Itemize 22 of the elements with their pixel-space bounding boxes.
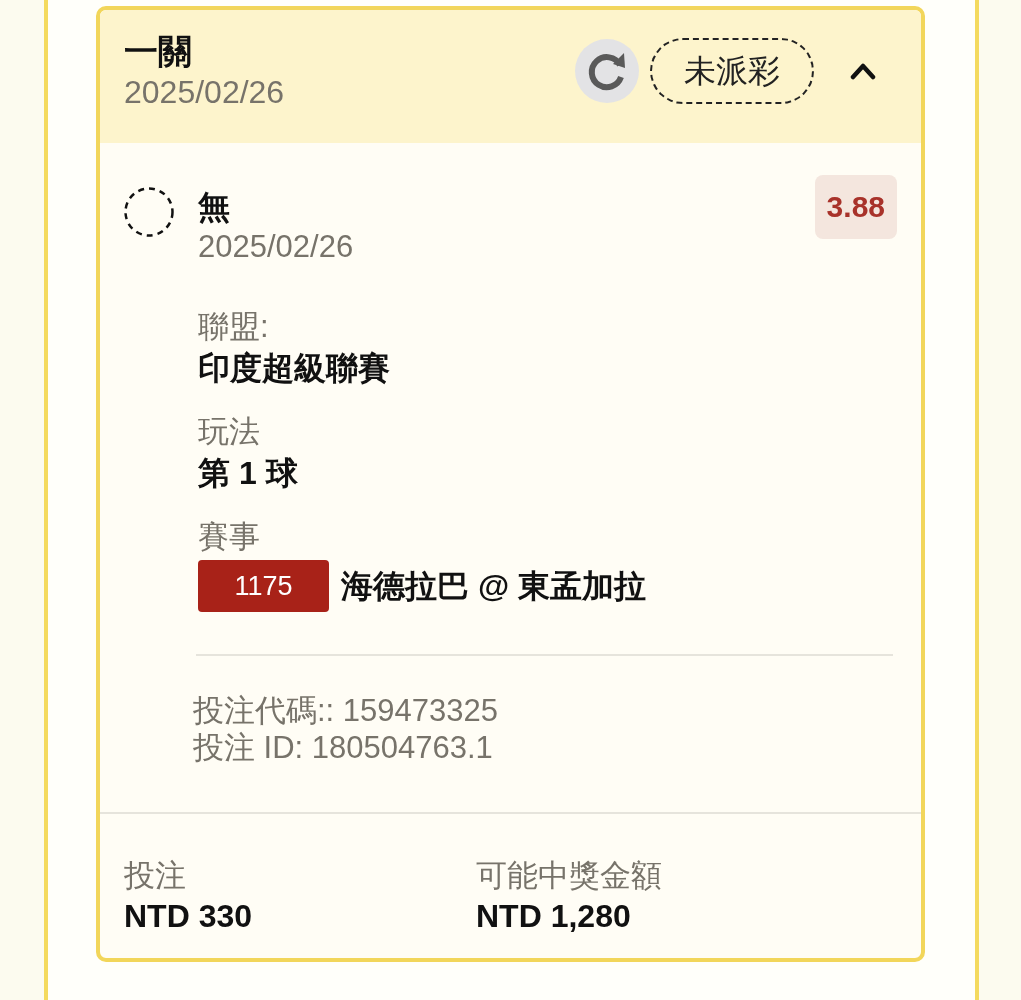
bet-type-title: 一關 xyxy=(124,31,192,72)
selection-date: 2025/02/26 xyxy=(198,228,354,266)
total-amount: NTD 1,280 xyxy=(476,897,631,936)
field-value: 第 1 球 xyxy=(198,454,298,493)
field-label: 玩法 xyxy=(198,413,260,451)
field-label: 賽事 xyxy=(198,518,260,556)
field-label: 聯盟: xyxy=(198,308,269,346)
match-name: 海德拉巴 @ 東孟加拉 xyxy=(341,567,646,606)
status-tag: 未派彩 xyxy=(650,38,814,104)
dashed-circle-icon xyxy=(124,187,174,237)
selection-name: 無 xyxy=(198,188,230,227)
refresh-icon[interactable] xyxy=(575,39,639,103)
bet-reference: 投注 ID: 180504763.1 xyxy=(193,729,493,766)
chevron-up-icon[interactable] xyxy=(850,62,876,80)
total-amount: NTD 330 xyxy=(124,897,253,936)
match-number-badge: 1175 xyxy=(198,560,329,612)
odds-badge: 3.88 xyxy=(814,175,897,239)
bet-date: 2025/02/26 xyxy=(124,73,285,112)
total-label: 可能中獎金額 xyxy=(476,857,662,895)
total-label: 投注 xyxy=(124,857,186,895)
field-value: 印度超級聯賽 xyxy=(198,349,390,388)
bet-reference: 投注代碼:: 159473325 xyxy=(193,692,498,729)
